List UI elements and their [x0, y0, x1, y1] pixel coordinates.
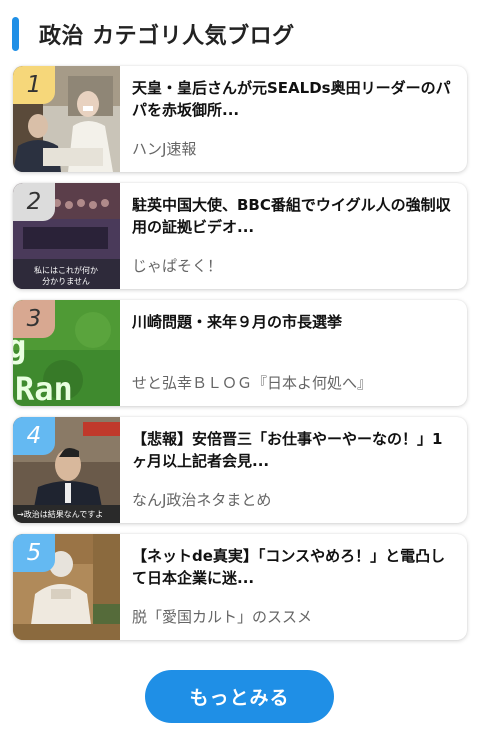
- item-source-1[interactable]: ハンJ速報: [132, 138, 196, 159]
- item-source-2[interactable]: じゃぱそく！: [132, 255, 222, 276]
- item-title-4[interactable]: 【悲報】安倍晋三「お仕事やーやーなの！」1ヶ月以上記者会見...: [132, 428, 453, 472]
- more-button[interactable]: もっとみる: [145, 670, 334, 723]
- item-source-3[interactable]: せと弘幸ＢＬＯＧ『日本よ何処へ』: [132, 372, 372, 393]
- ranking-item-1[interactable]: 1 天皇・皇后さんが元SEALDs奥田リーダーのパパを赤坂御所... ハンJ速報: [13, 66, 467, 172]
- svg-text:Ran: Ran: [15, 370, 73, 406]
- section-title: 政治 カテゴリ人気ブログ: [39, 24, 295, 49]
- rank-badge-2: 2: [13, 183, 55, 221]
- item-source-4[interactable]: なんJ政治ネタまとめ: [132, 489, 271, 510]
- item-body-5: 【ネットde真実】「コンスやめろ！」と電凸して日本企業に迷... 脱「愛国カルト…: [120, 534, 467, 640]
- item-body-4: 【悲報】安倍晋三「お仕事やーやーなの！」1ヶ月以上記者会見... なんJ政治ネタ…: [120, 417, 467, 523]
- item-title-1[interactable]: 天皇・皇后さんが元SEALDs奥田リーダーのパパを赤坂御所...: [132, 77, 453, 121]
- item-title-2[interactable]: 駐英中国大使、BBC番組でウイグル人の強制収用の証拠ビデオ...: [132, 194, 453, 238]
- item-body-3: 川崎問題・来年９月の市長選挙 せと弘幸ＢＬＯＧ『日本よ何処へ』: [120, 300, 467, 406]
- ranking-item-3[interactable]: g Ran 3 川崎問題・来年９月の市長選挙 せと弘幸ＢＬＯＧ『日本よ何処へ』: [13, 300, 467, 406]
- rank-badge-1: 1: [13, 66, 55, 104]
- section-header: 政治 カテゴリ人気ブログ: [12, 14, 295, 54]
- rank-badge-5: 5: [13, 534, 55, 572]
- item-body-1: 天皇・皇后さんが元SEALDs奥田リーダーのパパを赤坂御所... ハンJ速報: [120, 66, 467, 172]
- thumbnail-3[interactable]: g Ran 3: [13, 300, 120, 406]
- thumbnail-1[interactable]: 1: [13, 66, 120, 172]
- rank-badge-3: 3: [13, 300, 55, 338]
- thumbnail-5[interactable]: 5: [13, 534, 120, 640]
- item-title-5[interactable]: 【ネットde真実】「コンスやめろ！」と電凸して日本企業に迷...: [132, 545, 453, 589]
- header-accent-bar: [12, 17, 19, 51]
- item-source-5[interactable]: 脱「愛国カルト」のススメ: [132, 606, 312, 627]
- svg-text:私にはこれが何か: 私にはこれが何か: [34, 265, 98, 275]
- ranking-item-2[interactable]: 私にはこれが何か 分かりません 2 駐英中国大使、BBC番組でウイグル人の強制収…: [13, 183, 467, 289]
- thumbnail-4[interactable]: →政治は結果なんですよ 4: [13, 417, 120, 523]
- ranking-item-5[interactable]: 5 【ネットde真実】「コンスやめろ！」と電凸して日本企業に迷... 脱「愛国カ…: [13, 534, 467, 640]
- thumbnail-2[interactable]: 私にはこれが何か 分かりません 2: [13, 183, 120, 289]
- item-title-3[interactable]: 川崎問題・来年９月の市長選挙: [132, 311, 453, 355]
- ranking-list: 1 天皇・皇后さんが元SEALDs奥田リーダーのパパを赤坂御所... ハンJ速報…: [13, 66, 467, 651]
- rank-badge-4: 4: [13, 417, 55, 455]
- item-body-2: 駐英中国大使、BBC番組でウイグル人の強制収用の証拠ビデオ... じゃぱそく！: [120, 183, 467, 289]
- svg-text:→政治は結果なんですよ: →政治は結果なんですよ: [17, 509, 103, 519]
- svg-text:分かりません: 分かりません: [42, 277, 90, 286]
- ranking-item-4[interactable]: →政治は結果なんですよ 4 【悲報】安倍晋三「お仕事やーやーなの！」1ヶ月以上記…: [13, 417, 467, 523]
